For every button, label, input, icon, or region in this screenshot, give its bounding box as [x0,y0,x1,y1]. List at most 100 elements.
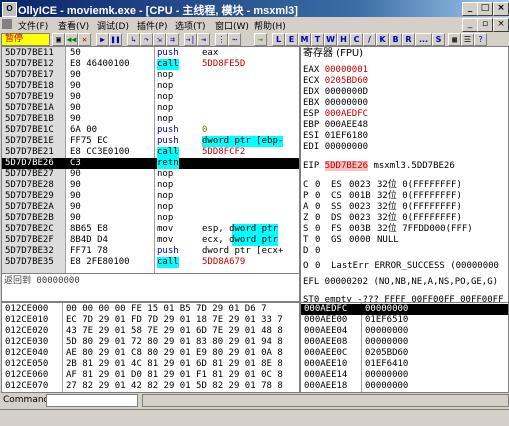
grid-icon[interactable]: ▦ [448,33,461,46]
dump-row[interactable]: 012CE070 27 82 29 01 42 82 29 01 5D 82 29… [2,381,299,392]
disasm-row[interactable]: 5D7D7BE12 E8 46400100 call 5DD8FE5D [2,59,299,70]
disasm-row[interactable]: 5D7D7BE18 90 nop [2,81,299,92]
animate-into-icon[interactable]: ⇲ [153,33,166,46]
disasm-row[interactable]: 5D7D7BE2C 8B65 E8 mov esp, dword ptr [2,224,299,235]
trace-over-icon[interactable]: ⋯ [228,33,241,46]
close-program-icon[interactable]: ✕ [78,33,91,46]
pause-icon[interactable]: ❚❚ [109,33,122,46]
disasm-row[interactable]: 5D7D7BE2F 8B4D D4 mov ecx, dword ptr [2,235,299,246]
flag-row[interactable]: Z 0 DS 0023 32位 0(FFFFFFFF) [303,213,508,224]
handles-window-button[interactable]: H [337,33,350,46]
memory-window-button[interactable]: M [298,33,311,46]
source-window-button[interactable]: S [432,33,445,46]
minimize-button[interactable]: _ [462,2,478,16]
menu-plugins[interactable]: 插件(P) [137,19,167,32]
disasm-row[interactable]: 5D7D7BE11 50 push eax [2,48,299,59]
dump-row[interactable]: 012CE020 43 7E 29 01 58 7E 29 01 6D 7E 29… [2,326,299,337]
flag-row[interactable]: T 0 GS 0000 NULL [303,235,508,246]
register-ebx[interactable]: EBX 00000000 [303,98,508,109]
disasm-row[interactable]: 5D7D7BE1E FF75 EC push dword ptr [ebp- [2,136,299,147]
stack-row[interactable]: 000AEE08 00000000 [301,337,508,348]
command-input[interactable] [46,394,138,407]
run-icon[interactable]: ▶ [96,33,109,46]
disasm-row[interactable]: 5D7D7BE27 90 nop [2,169,299,180]
step-into-icon[interactable]: ↳ [127,33,140,46]
close-button[interactable]: × [493,2,509,16]
disasm-row[interactable]: 5D7D7BE2A 90 nop [2,202,299,213]
mdi-close-button[interactable]: × [493,18,509,32]
stack-row[interactable]: 000AEE14 00000000 [301,370,508,381]
stack-pane[interactable]: 000AEDFC 00000000 000AEE00 01EF6510 000AEE04… [300,302,509,393]
flag-row[interactable]: P 0 CS 001B 32位 0(FFFFFFFF) [303,191,508,202]
rewind-icon[interactable]: ◀◀ [65,33,78,46]
dump-row[interactable]: 012CE030 5D 80 29 01 72 80 29 01 83 80 29… [2,337,299,348]
flag-row[interactable]: O 0 LastErr ERROR_SUCCESS (00000000 [303,261,508,272]
list-icon[interactable]: ☰ [461,33,474,46]
patches-window-button[interactable]: / [363,33,376,46]
callstack-window-button[interactable]: K [376,33,389,46]
windows-window-button[interactable]: W [324,33,337,46]
modules-window-button[interactable]: E [285,33,298,46]
dump-pane[interactable]: 012CE000 00 00 00 00 FE 15 01 B5 7D 29 01… [1,302,300,393]
register-edi[interactable]: EDI 00000000 [303,142,508,153]
disasm-row[interactable]: 5D7D7BE1A 90 nop [2,103,299,114]
flag-row[interactable]: D0 [303,246,508,257]
dump-row[interactable]: 012CE060 AF 81 29 01 D0 81 29 01 F1 81 29… [2,370,299,381]
register-eax[interactable]: EAX 00000001 [303,65,508,76]
dump-row[interactable]: 012CE000 00 00 00 00 FE 15 01 B5 7D 29 01… [2,304,299,315]
disasm-row[interactable]: 5D7D7BE19 90 nop [2,92,299,103]
register-esi[interactable]: ESI 01EF6180 [303,131,508,142]
menu-window[interactable]: 窗口(W) [215,19,249,32]
go-to-icon[interactable]: ⇥ [197,33,210,46]
disasm-row[interactable]: 5D7D7BE1C 6A 00 push 0 [2,125,299,136]
flag-row[interactable]: S 0 FS 003B 32位 7FFDD000(FFF) [303,224,508,235]
stack-row[interactable]: 000AEE18 00000000 [301,381,508,392]
mdi-minimize-button[interactable]: _ [462,18,478,32]
menu-help[interactable]: 帮助(H) [254,19,286,32]
menu-options[interactable]: 选项(T) [175,19,206,32]
disasm-row[interactable]: 5D7D7BE28 90 nop [2,180,299,191]
threads-window-button[interactable]: T [311,33,324,46]
disasm-row[interactable]: 5D7D7BE35 E8 2FE80100 call 5DD8A679 [2,257,299,268]
dump-row[interactable]: 012CE050 2B 81 29 01 4C 81 29 01 6D 81 29… [2,359,299,370]
log-window-button[interactable]: L [272,33,285,46]
dump-row[interactable]: 012CE040 AE 80 29 01 C8 80 29 01 E9 80 29… [2,348,299,359]
menu-view[interactable]: 查看(V) [58,19,89,32]
animate-over-icon[interactable]: ⇉ [166,33,179,46]
disasm-row[interactable]: 5D7D7BE2B 90 nop [2,213,299,224]
registers-pane[interactable]: 寄存器 (FPU) EAX 00000001 ECX 0205BD60 EDX 00… [300,46,509,303]
disasm-row[interactable]: 5D7D7BE29 90 nop [2,191,299,202]
stack-row[interactable]: 000AEE0C 0205BD60 [301,348,508,359]
menu-file[interactable]: 文件(F) [18,19,48,32]
disasm-row[interactable]: 5D7D7BE32 FF71 78 push dword ptr [ecx+ [2,246,299,257]
cpu-window-button[interactable]: C [350,33,363,46]
stack-row[interactable]: 000AEE00 01EF6510 [301,315,508,326]
stack-row[interactable]: 000AEE04 00000000 [301,326,508,337]
disasm-row[interactable]: 5D7D7BE17 90 nop [2,70,299,81]
register-esp[interactable]: ESP 000AEDFC [303,109,508,120]
references-window-button[interactable]: R [402,33,415,46]
register-ecx[interactable]: ECX 0205BD60 [303,76,508,87]
dump-row[interactable]: 012CE010 EC 7D 29 01 FD 7D 29 01 18 7E 29… [2,315,299,326]
flag-row[interactable]: C 0 ES 0023 32位 0(FFFFFFFF) [303,180,508,191]
trace-into-icon[interactable]: ⋮ [215,33,228,46]
eflags-line[interactable]: EFL 00000202 (NO,NB,NE,A,NS,PO,GE,G) [303,277,508,288]
disasm-row[interactable]: 5D7D7BE26 C3 retn [2,158,299,169]
menu-debug[interactable]: 调试(D) [97,19,129,32]
disasm-row[interactable]: 5D7D7BE1B 90 nop [2,114,299,125]
step-over-icon[interactable]: ↷ [140,33,153,46]
mdi-restore-button[interactable]: ▫ [477,18,493,32]
disasm-row[interactable]: 5D7D7BE21 E8 CC3E0100 call 5DD8FCF2 [2,147,299,158]
run-trace-button[interactable]: ... [415,33,432,46]
flag-row[interactable]: A 0 SS 0023 32位 0(FFFFFFFF) [303,202,508,213]
register-eip[interactable]: EIP 5DD7BE26 msxml3.5DD7BE26 [303,161,508,172]
execute-till-return-icon[interactable]: →| [184,33,197,46]
maximize-button[interactable]: □ [477,2,493,16]
breakpoints-window-button[interactable]: B [389,33,402,46]
register-ebp[interactable]: EBP 000AEE48 [303,120,508,131]
open-icon[interactable]: ▣ [52,33,65,46]
disassembly-pane[interactable]: 5D7D7BE11 50 push eax 5D7D7BE12 E8 46400100 ca… [1,46,300,274]
goto-cursor-icon[interactable]: → [254,33,267,46]
help-icon[interactable]: ? [474,33,487,46]
stack-row[interactable]: 000AEDFC 00000000 [301,304,508,315]
